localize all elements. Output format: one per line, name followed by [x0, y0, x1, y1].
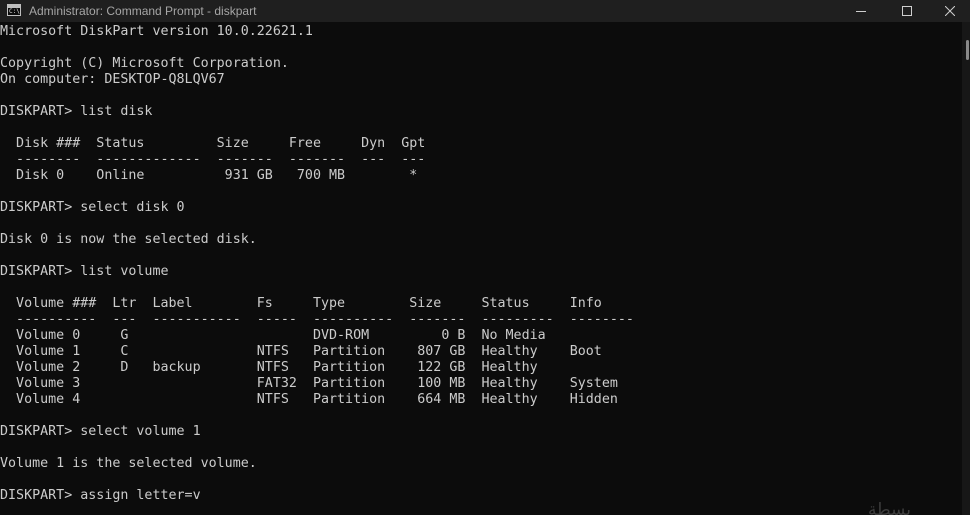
- console-line: DISKPART> list disk: [0, 104, 153, 119]
- console-line: ---------- --- ----------- ----- -------…: [0, 312, 634, 327]
- console-line: Microsoft DiskPart version 10.0.22621.1: [0, 24, 313, 39]
- console-line: Volume 2 D backup NTFS Partition 122 GB …: [0, 360, 538, 375]
- console-line: Disk 0 is now the selected disk.: [0, 232, 257, 247]
- console-line: Volume ### Ltr Label Fs Type Size Status…: [0, 296, 602, 311]
- console-line: Disk 0 Online 931 GB 700 MB *: [0, 168, 418, 183]
- console-line: -------- ------------- ------- ------- -…: [0, 152, 426, 167]
- minimize-button[interactable]: [838, 0, 884, 22]
- console-line: DISKPART> assign letter=v: [0, 488, 201, 503]
- scrollbar-thumb[interactable]: [966, 40, 969, 60]
- console-line: Volume 1 C NTFS Partition 807 GB Healthy…: [0, 344, 602, 359]
- console-line: DISKPART> select volume 1: [0, 424, 201, 439]
- maximize-icon: [902, 6, 912, 16]
- close-button[interactable]: [930, 0, 970, 22]
- watermark: بسطة: [868, 498, 968, 515]
- window-title: Administrator: Command Prompt - diskpart: [29, 4, 257, 18]
- console-output[interactable]: Microsoft DiskPart version 10.0.22621.1 C…: [0, 22, 962, 515]
- console-line: Volume 3 FAT32 Partition 100 MB Healthy …: [0, 376, 618, 391]
- maximize-button[interactable]: [884, 0, 930, 22]
- console-line: Disk ### Status Size Free Dyn Gpt: [0, 136, 426, 151]
- console-line: Copyright (C) Microsoft Corporation.: [0, 56, 289, 71]
- vertical-scrollbar[interactable]: [962, 22, 970, 515]
- console-line: Volume 4 NTFS Partition 664 MB Healthy H…: [0, 392, 618, 407]
- watermark-text: بسطة: [868, 500, 911, 515]
- console-line: DISKPART> list volume: [0, 264, 169, 279]
- close-icon: [945, 6, 955, 16]
- console-line: DISKPART> select disk 0: [0, 200, 185, 215]
- cmd-icon: C:\: [7, 4, 21, 16]
- minimize-icon: [856, 11, 866, 12]
- console-line: Volume 0 G DVD-ROM 0 B No Media: [0, 328, 546, 343]
- console-line: Volume 1 is the selected volume.: [0, 456, 257, 471]
- console-line: On computer: DESKTOP-Q8LQV67: [0, 72, 225, 87]
- title-bar[interactable]: C:\ Administrator: Command Prompt - disk…: [0, 0, 970, 22]
